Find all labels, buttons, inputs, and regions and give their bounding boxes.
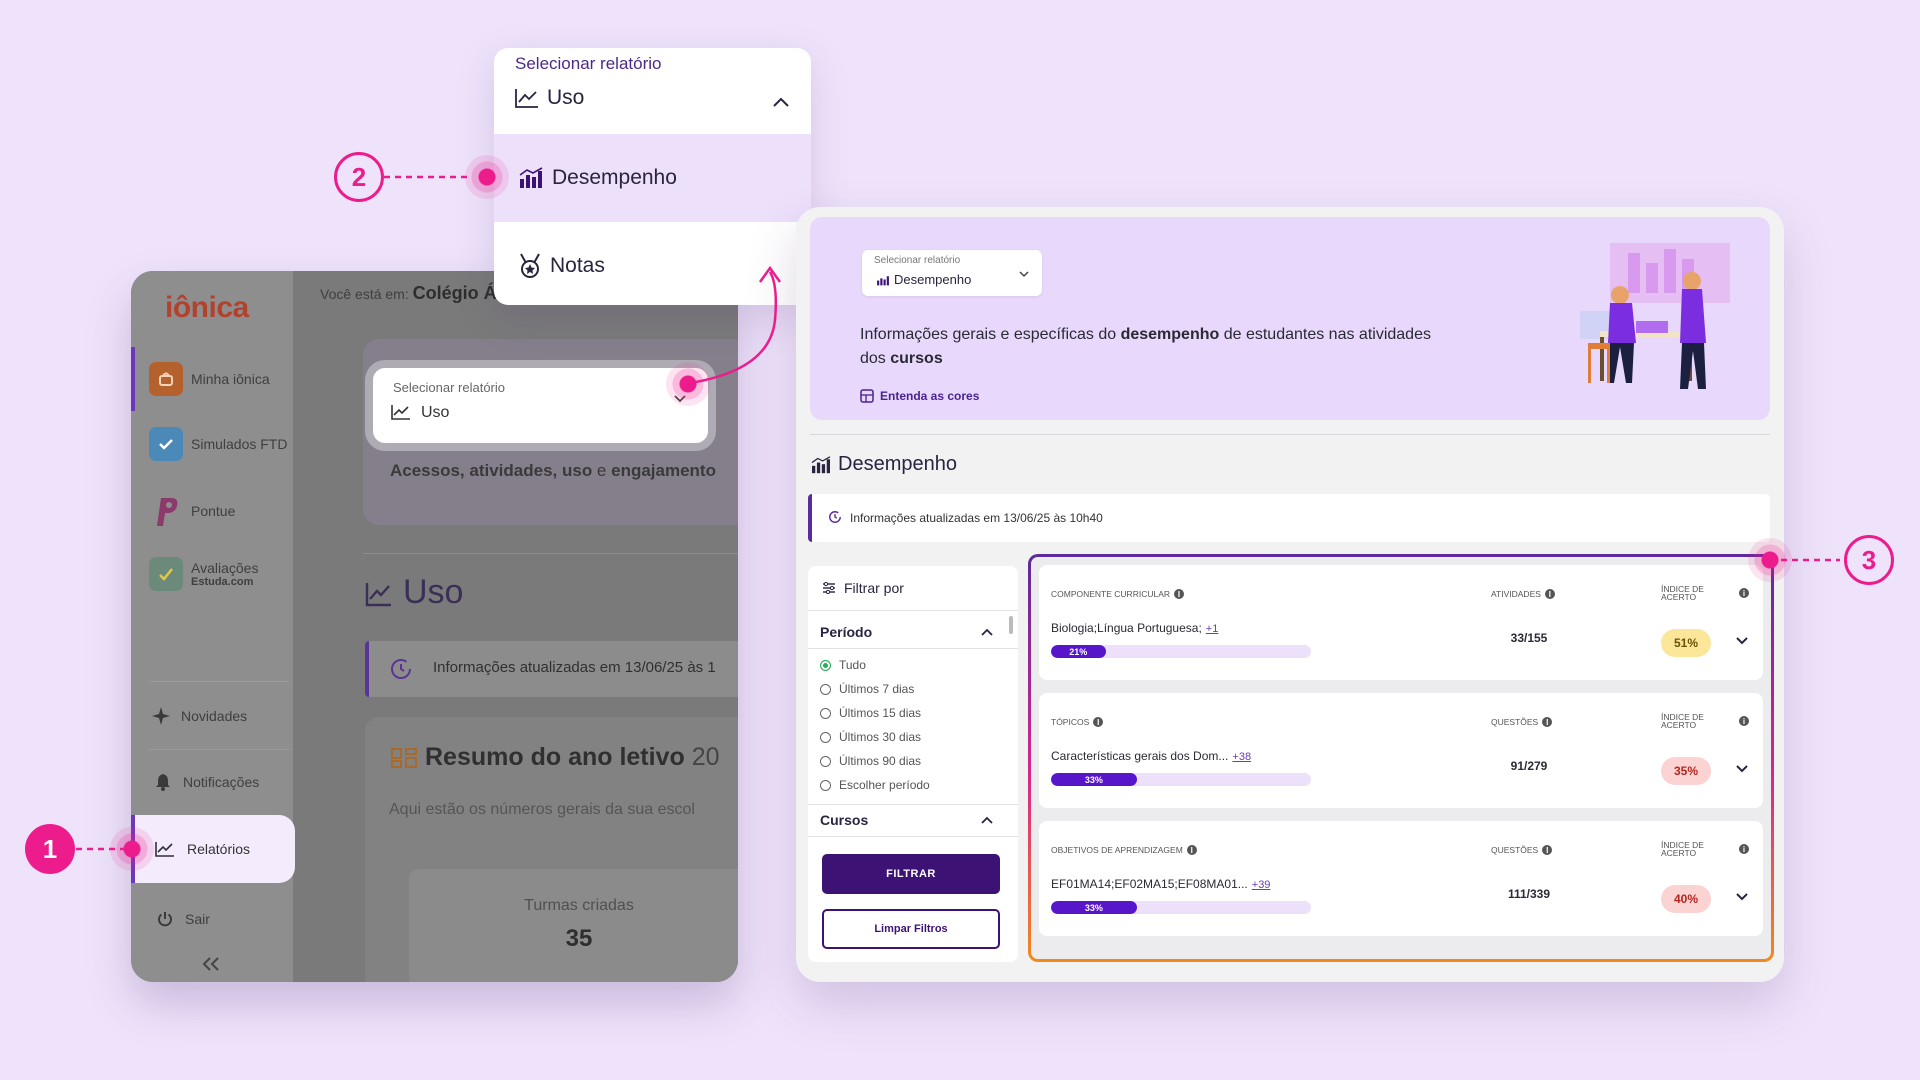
callout-1-dot [110, 827, 154, 871]
callout-2-dot [465, 155, 509, 199]
callout-2: 2 [334, 152, 384, 202]
callout-1: 1 [25, 824, 75, 874]
callout-connectors [76, 175, 1840, 851]
select-hotspot-dot [666, 362, 710, 406]
callout-3-dot [1748, 538, 1792, 582]
callout-3: 3 [1844, 535, 1894, 585]
